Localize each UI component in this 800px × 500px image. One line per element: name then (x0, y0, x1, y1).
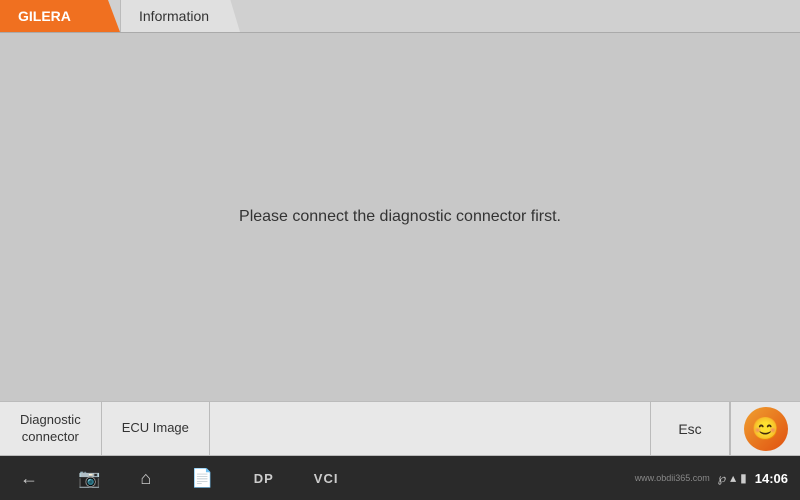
main-content: Please connect the diagnostic connector … (0, 33, 800, 401)
battery-icon: ▮ (740, 471, 747, 485)
back-icon[interactable]: ← (12, 464, 46, 493)
esc-label: Esc (678, 421, 701, 437)
camera-icon[interactable]: 📷 (70, 464, 108, 493)
bottom-bar: Diagnosticconnector ECU Image Esc 😊 (0, 401, 800, 456)
connection-message: Please connect the diagnostic connector … (239, 208, 561, 226)
diagnostic-connector-button[interactable]: Diagnosticconnector (0, 402, 102, 455)
status-icons: ℘ ▴ ▮ (718, 471, 747, 485)
info-tab[interactable]: Information (120, 0, 240, 32)
bluetooth-icon: ℘ (718, 471, 726, 485)
info-tab-label: Information (139, 8, 209, 24)
esc-button[interactable]: Esc (650, 402, 730, 455)
status-area: www.obdii365.com ℘ ▴ ▮ 14:06 (635, 471, 788, 486)
ecu-image-label: ECU Image (122, 420, 189, 437)
brand-label: GILERA (18, 8, 71, 24)
ecu-image-button[interactable]: ECU Image (102, 402, 210, 455)
vci-button[interactable]: VCI (306, 467, 347, 490)
bottom-spacer (210, 402, 650, 455)
dp-button[interactable]: DP (246, 467, 282, 490)
logo-area: 😊 (730, 402, 800, 455)
document-icon[interactable]: 📄 (183, 464, 221, 493)
footer-nav: ← 📷 ⌂ 📄 DP VCI www.obdii365.com ℘ ▴ ▮ 14… (0, 456, 800, 500)
wifi-icon: ▴ (730, 471, 736, 485)
logo-emoji: 😊 (752, 416, 779, 442)
brand-tab[interactable]: GILERA (0, 0, 120, 32)
brand-url: www.obdii365.com (635, 473, 710, 483)
tab-bar: GILERA Information (0, 0, 800, 33)
nav-icons-left: ← 📷 ⌂ 📄 DP VCI (12, 464, 346, 493)
diagnostic-connector-label: Diagnosticconnector (20, 412, 81, 446)
home-icon[interactable]: ⌂ (132, 464, 159, 493)
app-logo: 😊 (744, 407, 788, 451)
clock-display: 14:06 (755, 471, 788, 486)
